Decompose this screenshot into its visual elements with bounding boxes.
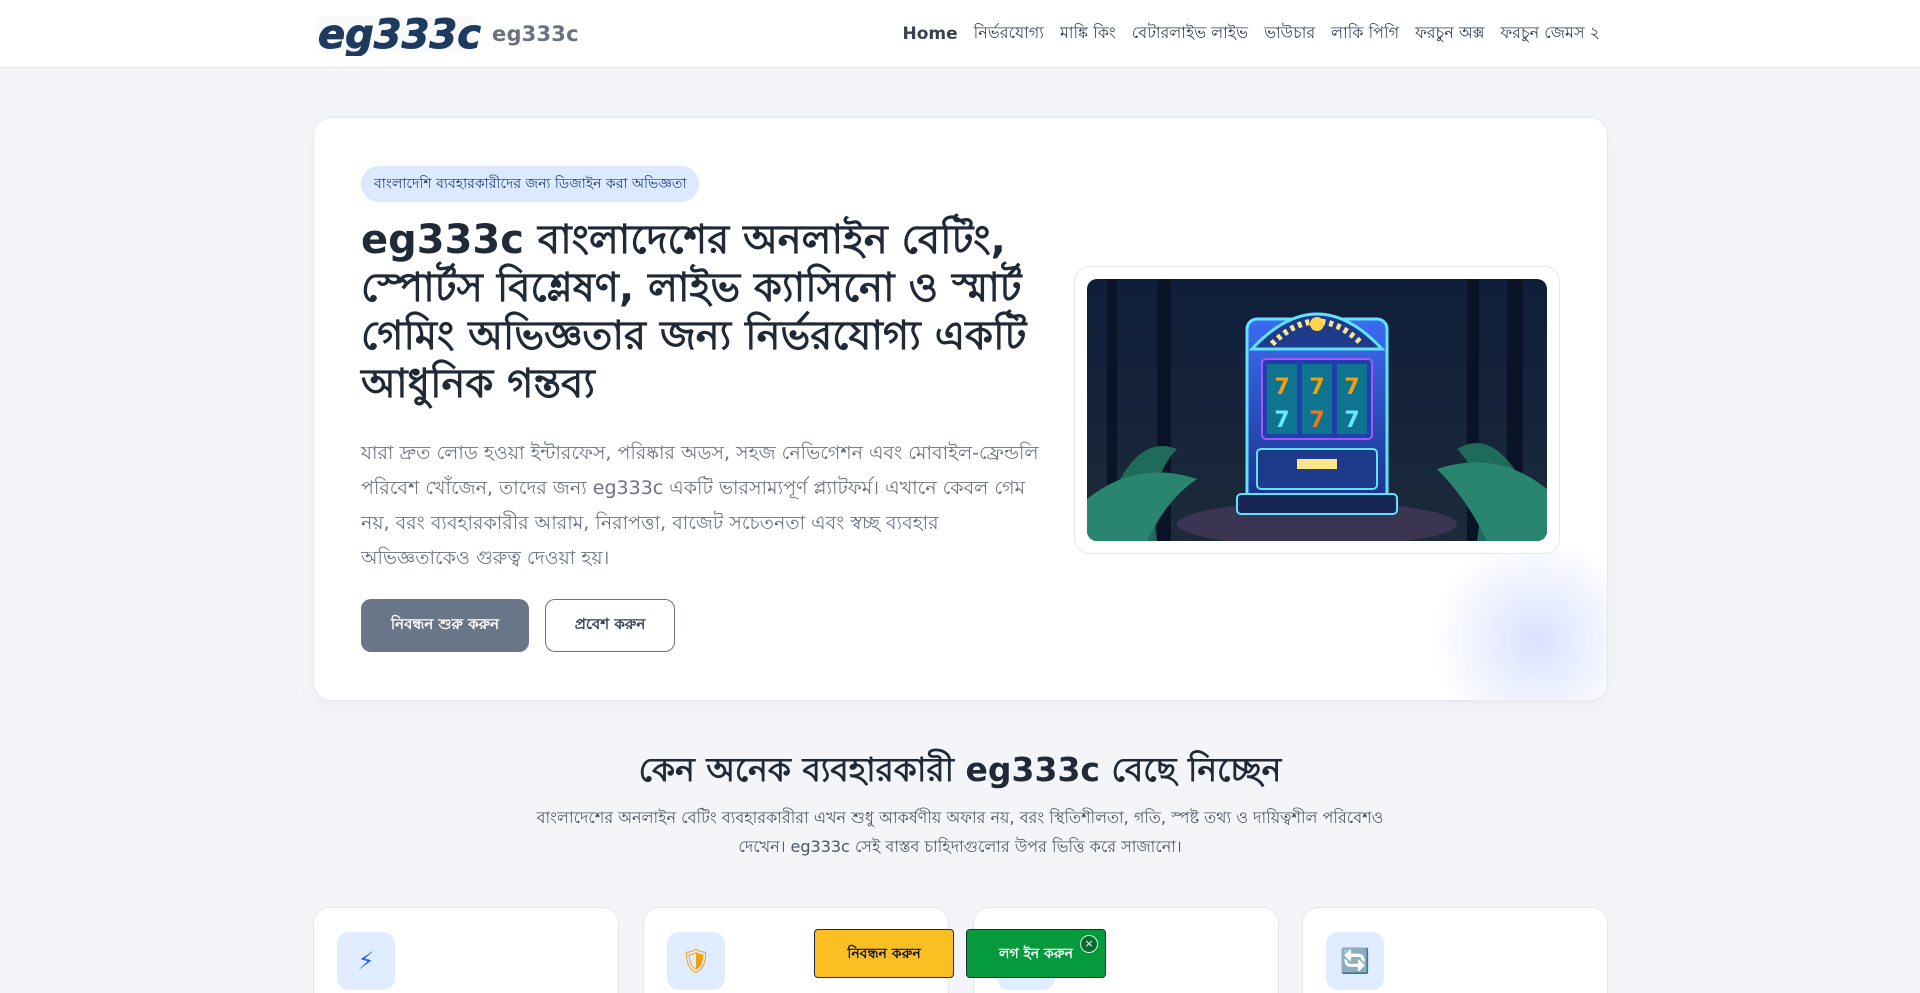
nav-monkey-king[interactable]: মাঙ্কি কিং [1060,20,1116,47]
svg-text:7: 7 [1309,408,1324,433]
why-section-title: কেন অনেক ব্যবহারকারী eg333c বেছে নিচ্ছেন [638,750,1282,789]
nav-betterlive[interactable]: বেটারলাইভ লাইভ [1132,20,1248,47]
nav-home[interactable]: Home [903,24,958,44]
nav-lucky-piggy[interactable]: লাকি পিগি [1331,20,1399,47]
top-navbar: eg333c eg333c Home নির্ভরযোগ্য মাঙ্কি কি… [0,0,1920,68]
hero-title: eg333c বাংলাদেশের অনলাইন বেটিং, স্পোর্টস… [361,217,1027,407]
svg-text:7: 7 [1274,408,1289,433]
svg-text:7: 7 [1309,375,1324,400]
why-section-description: বাংলাদেশের অনলাইন বেটিং ব্যবহারকারীরা এখ… [536,808,1384,856]
enter-button[interactable]: প্রবেশ করুন [545,599,675,652]
nav-reliable[interactable]: নির্ভরযোগ্য [974,20,1044,47]
decorative-glow [1427,540,1607,700]
start-registration-button[interactable]: নিবন্ধন শুরু করুন [361,599,529,652]
feature-card-update: 🔄 [1302,907,1608,993]
main-nav: Home নির্ভরযোগ্য মাঙ্কি কিং বেটারলাইভ লা… [903,20,1600,47]
close-icon[interactable]: × [1080,935,1098,953]
floating-register-button[interactable]: নিবন্ধন করুন [814,929,954,978]
shield-icon: 🛡 [667,932,725,990]
nav-fortune-ox[interactable]: ফরচুন অক্স [1415,20,1484,47]
audience-badge: বাংলাদেশি ব্যবহারকারীদের জন্য ডিজাইন করা… [361,166,700,202]
nav-voucher[interactable]: ভাউচার [1264,20,1315,47]
svg-text:7: 7 [1274,375,1289,400]
svg-text:7: 7 [1344,375,1359,400]
feature-card-speed: ⚡ [313,907,619,993]
svg-text:7: 7 [1344,408,1359,433]
logo-text: eg333c [318,12,481,56]
hero-card: বাংলাদেশি ব্যবহারকারীদের জন্য ডিজাইন করা… [313,117,1608,701]
slot-machine-image: 7 7 7 7 7 7 [1087,279,1547,541]
nav-fortune-gems-2[interactable]: ফরচুন জেমস ২ [1500,20,1600,47]
hero-description: যারা দ্রুত লোড হওয়া ইন্টারফেস, পরিষ্কার… [361,442,1039,569]
lightning-icon: ⚡ [337,932,395,990]
brand-logo: eg333c [312,12,482,56]
logo-link[interactable]: eg333c eg333c [312,12,579,56]
refresh-icon: 🔄 [1326,932,1384,990]
hero-image-frame: 7 7 7 7 7 7 [1074,266,1560,554]
site-name: eg333c [492,22,579,46]
